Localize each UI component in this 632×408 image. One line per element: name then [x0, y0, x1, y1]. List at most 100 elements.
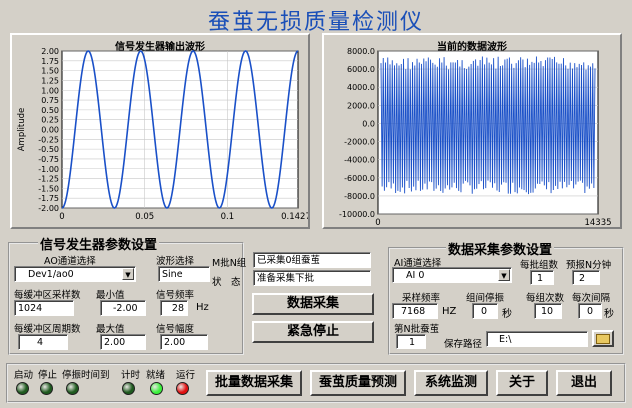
- nav-button[interactable]: 蚕茧质量预测: [310, 370, 406, 396]
- status-value: 准备采集下批: [257, 273, 315, 284]
- samples-value: 1024: [18, 303, 43, 314]
- periods-input[interactable]: 4: [18, 334, 68, 350]
- interval-input[interactable]: 0: [578, 303, 602, 319]
- max-label: 最大值: [96, 324, 125, 335]
- status-led: [122, 382, 135, 395]
- path-input[interactable]: E:\: [486, 331, 588, 347]
- groups-input[interactable]: 1: [530, 270, 554, 285]
- ai-channel-select[interactable]: AI 0 ▼: [392, 267, 512, 283]
- graph2-plot: 8000.0 6000.0 4000.0 2000.0 0.0 -2000.0 -4000.…: [339, 47, 611, 227]
- y-tick-label: -1.75: [38, 194, 59, 203]
- y-tick-label: 2000.0: [347, 101, 375, 110]
- freq-input[interactable]: 28: [160, 300, 188, 316]
- data-waveform-graph: 当前的数据波形 8000.0 6000.0 4000.0 2000.0 0.0 -2000…: [322, 33, 622, 229]
- rate-value: 7168: [401, 306, 426, 317]
- interval-value: 0: [587, 306, 594, 317]
- status-led: [66, 382, 79, 395]
- rate-input[interactable]: 7168: [392, 303, 438, 319]
- count-input[interactable]: 10: [534, 303, 562, 319]
- samples-input[interactable]: 1024: [14, 300, 74, 316]
- app-title: 蚕茧无损质量检测仪: [207, 10, 424, 35]
- nav-button[interactable]: 退出: [556, 370, 612, 396]
- emergency-stop-button[interactable]: 紧急停止: [252, 321, 374, 343]
- freq-unit: Hz: [196, 302, 209, 313]
- y-tick-label: 0.50: [41, 106, 59, 115]
- pause-input[interactable]: 0: [472, 303, 498, 319]
- freq-value: 28: [171, 303, 184, 314]
- nav-button[interactable]: 批量数据采集: [206, 370, 302, 396]
- ai-channel-value: AI 0: [406, 270, 425, 281]
- ao-channel-select[interactable]: Dev1/ao0 ▼: [14, 266, 136, 282]
- nav-button[interactable]: 关于: [496, 370, 548, 396]
- max-input[interactable]: 2.00: [100, 334, 146, 350]
- warn-label: 预报N分钟: [566, 260, 612, 271]
- chevron-down-icon[interactable]: ▼: [498, 269, 510, 281]
- y-tick-label: 6000.0: [347, 65, 375, 74]
- led-label: 停止: [38, 370, 58, 381]
- y-tick-label: 1.75: [41, 57, 59, 66]
- min-input[interactable]: -2.00: [100, 300, 146, 316]
- graph1-plot: 2.001.751.501.251.000.750.500.250.00-0.2…: [17, 47, 308, 222]
- chevron-down-icon[interactable]: ▼: [122, 268, 134, 280]
- rate-unit: HZ: [442, 306, 457, 317]
- pause-label: 组间停振: [466, 293, 505, 304]
- status-label: 状 态: [212, 277, 241, 288]
- x-tick-label: 0: [375, 218, 380, 227]
- status-led: [16, 382, 29, 395]
- nav-button[interactable]: 系统监测: [414, 370, 488, 396]
- rate-label: 采样频率: [402, 293, 441, 304]
- x-tick-label: 0: [59, 212, 64, 222]
- y-tick-label: 1.00: [41, 86, 59, 95]
- y-tick-label: -2.00: [38, 204, 59, 213]
- y-tick-label: 8000.0: [347, 47, 375, 56]
- y-tick-label: 1.25: [41, 76, 59, 85]
- periods-label: 每缓冲区周期数: [14, 324, 81, 335]
- status-led: [150, 382, 163, 395]
- y-tick-label: -2000.0: [344, 138, 375, 147]
- y-tick-label: -0.75: [38, 155, 59, 164]
- y-tick-label: 0.00: [41, 126, 59, 135]
- y-tick-label: -0.50: [38, 145, 59, 154]
- y-tick-label: 0.0: [362, 119, 375, 128]
- y-tick-label: -8000.0: [344, 192, 375, 201]
- led-label: 启动: [14, 370, 34, 381]
- y-tick-label: 0.25: [41, 116, 59, 125]
- y-tick-label: 1.50: [41, 67, 59, 76]
- freq-label: 信号频率: [156, 290, 195, 301]
- wave-select[interactable]: Sine: [158, 266, 210, 282]
- warn-value: 2: [579, 273, 586, 284]
- x-tick-label: 0.1427: [281, 212, 308, 222]
- count-label: 每组次数: [526, 293, 565, 304]
- batch-label: M批N组: [212, 258, 247, 269]
- y-axis-label: Amplitude: [17, 108, 27, 152]
- wave-label: 波形选择: [156, 256, 195, 267]
- y-tick-label: 4000.0: [347, 83, 375, 92]
- amp-input[interactable]: 2.00: [160, 334, 208, 350]
- batchn-label: 第N批蚕茧: [394, 324, 440, 335]
- y-tick-label: 2.00: [41, 47, 59, 56]
- led-label: 就绪: [146, 370, 166, 381]
- y-tick-label: -6000.0: [344, 174, 375, 183]
- y-tick-label: 0.75: [41, 96, 59, 105]
- acquire-button[interactable]: 数据采集: [252, 293, 374, 315]
- count-value: 10: [541, 306, 554, 317]
- folder-browse-button[interactable]: [592, 330, 614, 347]
- pause-value: 0: [481, 306, 488, 317]
- status-led: [40, 382, 53, 395]
- batchn-value: 1: [409, 337, 416, 348]
- interval-unit: 秒: [604, 309, 614, 320]
- periods-value: 4: [37, 337, 44, 348]
- x-tick-label: 14335: [584, 218, 611, 227]
- status-led: [176, 382, 189, 395]
- y-tick-label: -10000.0: [339, 210, 375, 219]
- pause-unit: 秒: [502, 309, 512, 320]
- ai-panel-title: 数据采集参数设置: [446, 239, 555, 258]
- folder-icon: [596, 334, 610, 344]
- batch-value: 已采集0组蚕茧: [257, 255, 321, 266]
- y-tick-label: -1.25: [38, 175, 59, 184]
- y-tick-label: -1.00: [38, 165, 59, 174]
- ao-channel-label: AO通道选择: [44, 256, 96, 267]
- groups-label: 每批组数: [520, 260, 559, 271]
- batchn-input[interactable]: 1: [396, 334, 426, 349]
- warn-input[interactable]: 2: [572, 270, 600, 285]
